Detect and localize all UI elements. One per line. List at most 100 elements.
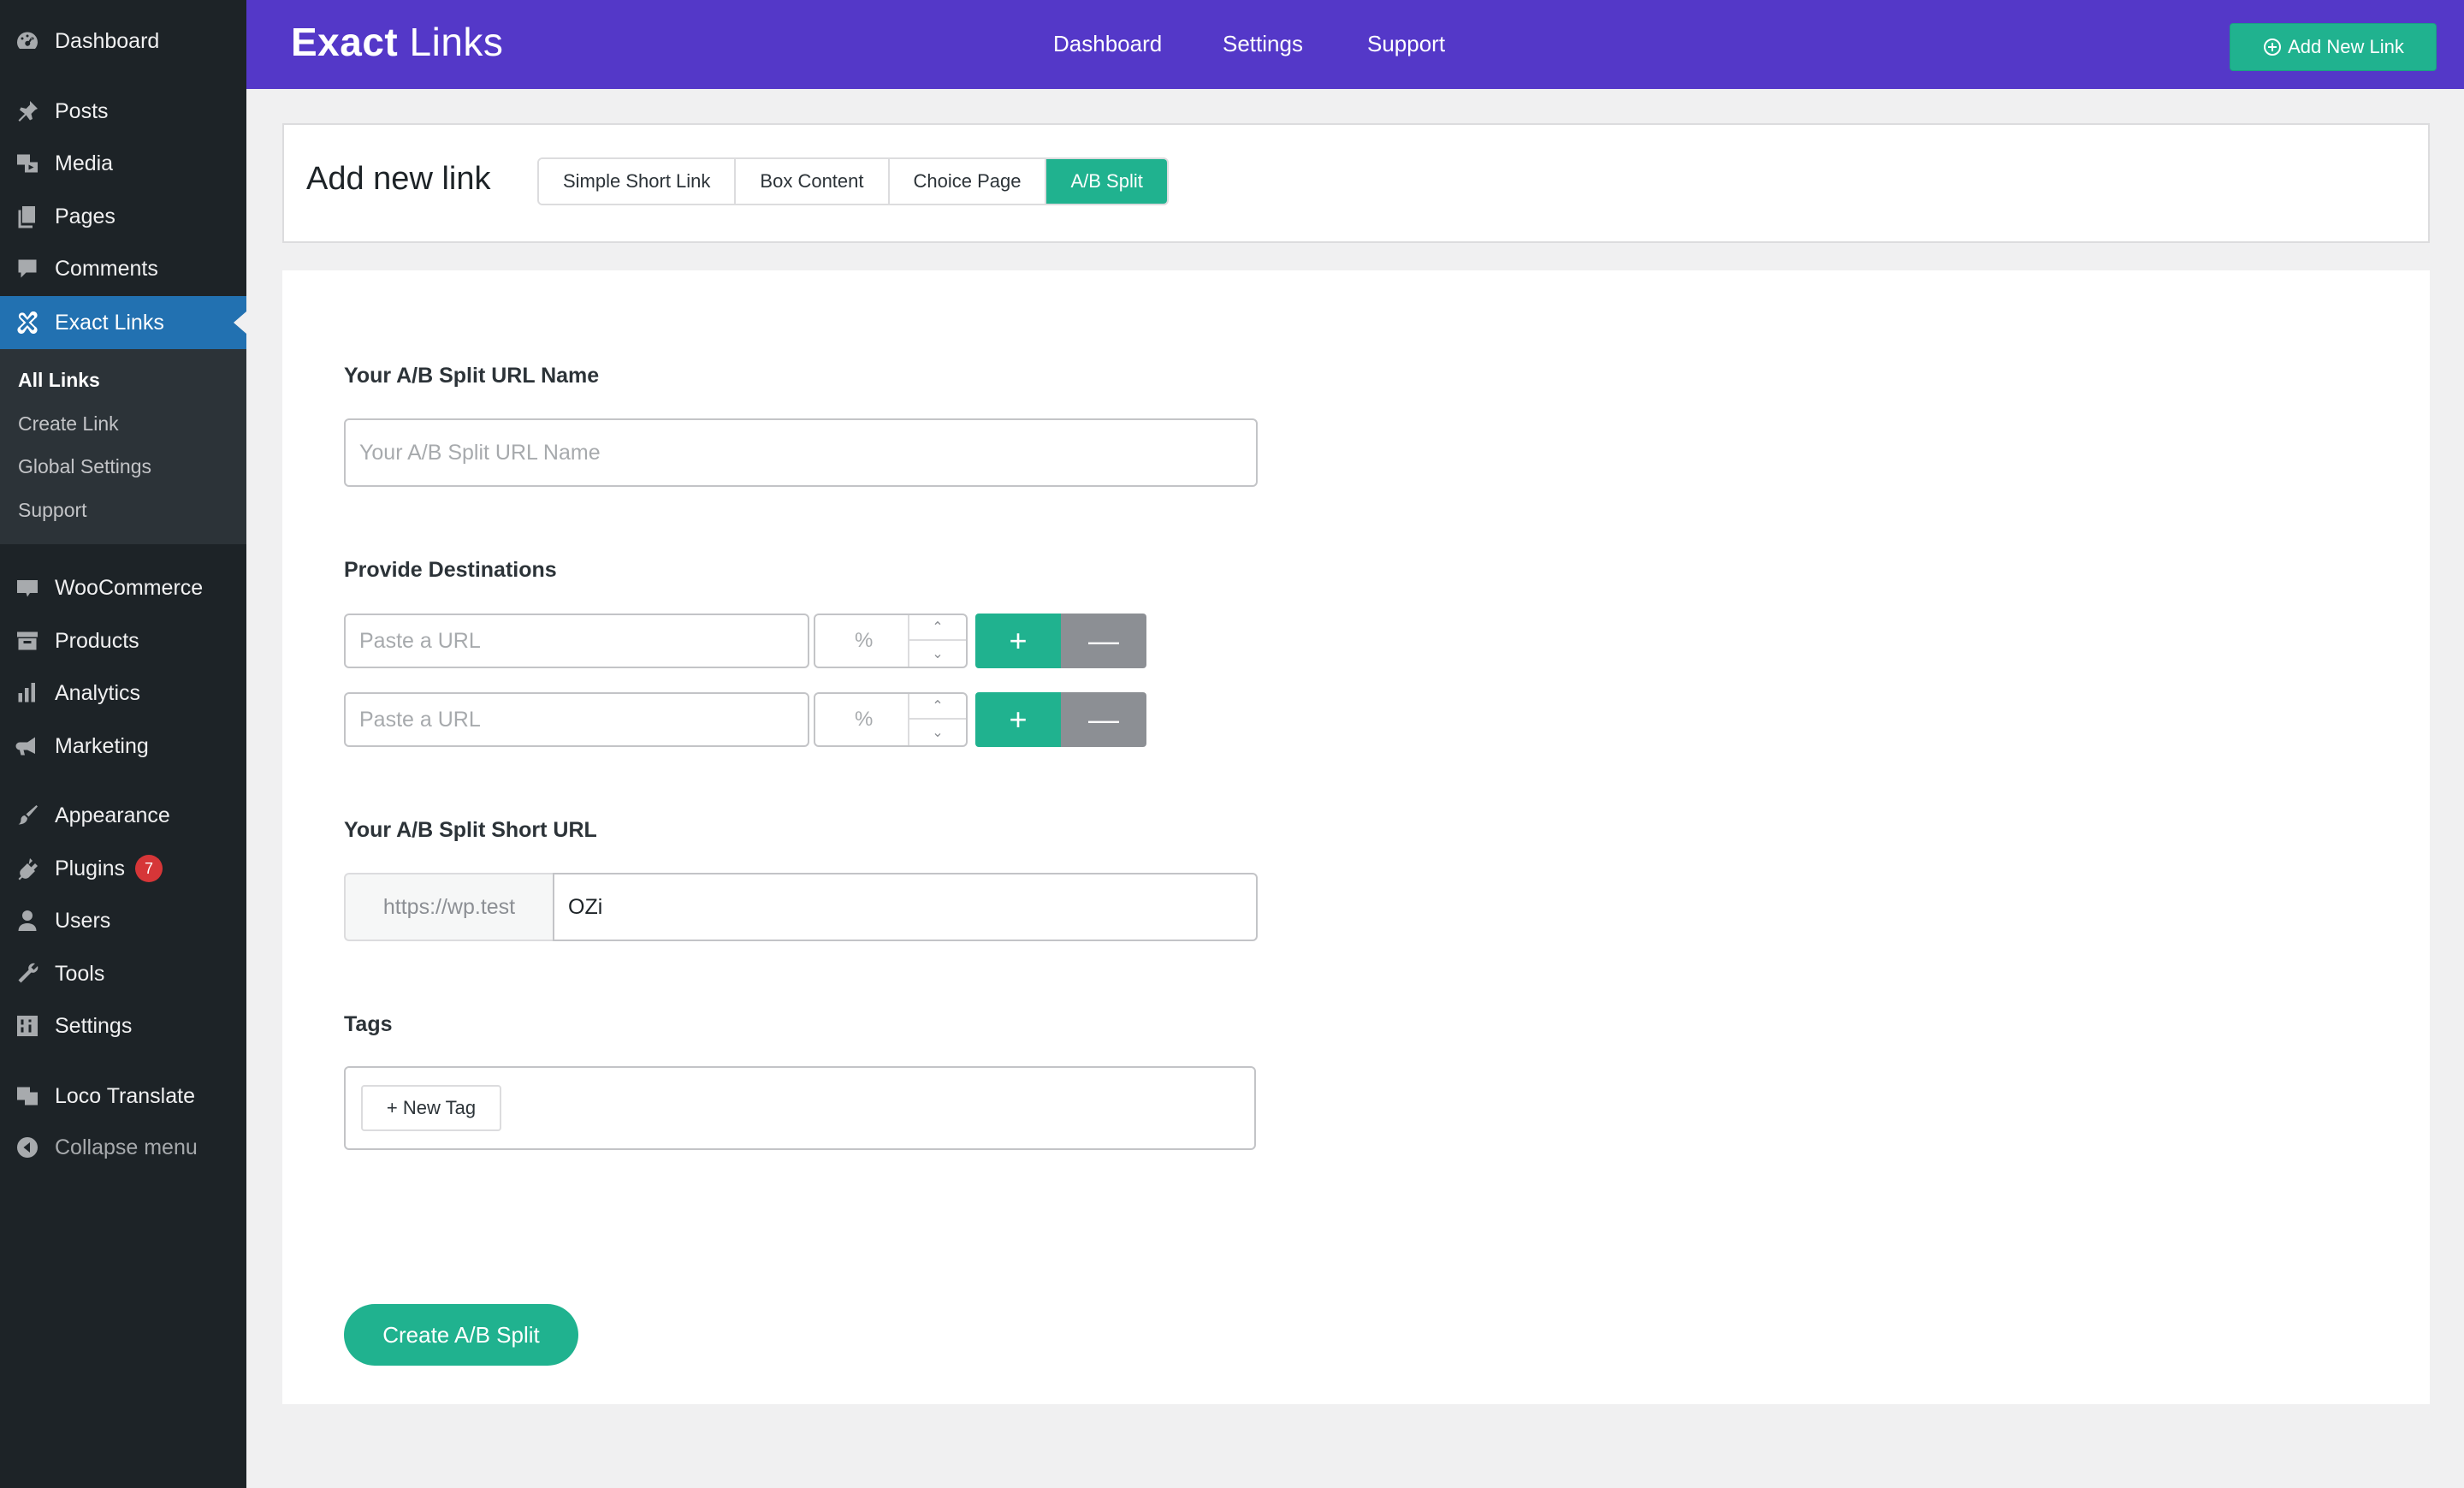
menu-item-woocommerce[interactable]: WooCommerce bbox=[0, 561, 246, 614]
user-icon bbox=[0, 908, 55, 934]
short-url-label: Your A/B Split Short URL bbox=[344, 818, 597, 842]
collapse-icon bbox=[0, 1135, 55, 1160]
menu-item-marketing[interactable]: Marketing bbox=[0, 720, 246, 773]
menu-item-posts[interactable]: Posts bbox=[0, 85, 246, 138]
destination-url-placeholder: Paste a URL bbox=[359, 707, 481, 732]
percent-placeholder: % bbox=[855, 629, 874, 652]
create-ab-split-button[interactable]: Create A/B Split bbox=[344, 1304, 578, 1366]
menu-item-appearance[interactable]: Appearance bbox=[0, 789, 246, 842]
tags-field[interactable]: + New Tag bbox=[344, 1066, 1256, 1150]
menu-label: Users bbox=[55, 908, 111, 933]
logo-bold-text: Exact bbox=[291, 20, 399, 64]
media-icon bbox=[0, 151, 55, 176]
topnav-dashboard[interactable]: Dashboard bbox=[1053, 31, 1162, 57]
plugin-icon bbox=[0, 856, 55, 881]
pin-icon bbox=[0, 98, 55, 124]
plugin-topbar: Exact Links Dashboard Settings Support A… bbox=[246, 0, 2464, 89]
tab-simple-short-link[interactable]: Simple Short Link bbox=[539, 159, 737, 204]
admin-sidebar: Dashboard Posts Media Pages Comments Exa… bbox=[0, 0, 246, 1488]
pages-icon bbox=[0, 204, 55, 229]
split-name-placeholder: Your A/B Split URL Name bbox=[359, 440, 601, 465]
wrench-icon bbox=[0, 961, 55, 987]
tab-box-content[interactable]: Box Content bbox=[736, 159, 890, 204]
menu-label: Posts bbox=[55, 98, 109, 123]
new-tag-button[interactable]: + New Tag bbox=[361, 1085, 501, 1131]
remove-destination-button[interactable]: — bbox=[1061, 692, 1146, 747]
menu-label: Marketing bbox=[55, 733, 149, 758]
tab-ab-split[interactable]: A/B Split bbox=[1046, 159, 1167, 204]
menu-item-exact-links[interactable]: Exact Links bbox=[0, 296, 246, 349]
tab-choice-page[interactable]: Choice Page bbox=[889, 159, 1047, 204]
destination-url-input[interactable]: Paste a URL bbox=[344, 614, 809, 668]
update-count-badge: 7 bbox=[135, 855, 163, 882]
name-label: Your A/B Split URL Name bbox=[344, 364, 600, 388]
remove-destination-button[interactable]: — bbox=[1061, 614, 1146, 668]
page-title: Add new link bbox=[306, 161, 491, 197]
menu-item-settings[interactable]: Settings bbox=[0, 999, 246, 1052]
short-url-prefix: https://wp.test bbox=[344, 873, 553, 941]
menu-item-loco-translate[interactable]: Loco Translate bbox=[0, 1070, 246, 1123]
destination-url-placeholder: Paste a URL bbox=[359, 628, 481, 653]
tags-label: Tags bbox=[344, 1012, 393, 1036]
destination-percent-input[interactable]: % ⌃ ⌄ bbox=[814, 692, 968, 747]
menu-label: Collapse menu bbox=[55, 1135, 198, 1159]
active-indicator bbox=[234, 311, 246, 334]
menu-item-media[interactable]: Media bbox=[0, 137, 246, 190]
add-new-link-label: Add New Link bbox=[2288, 36, 2404, 57]
add-destination-button[interactable]: + bbox=[975, 614, 1061, 668]
add-new-link-button[interactable]: Add New Link bbox=[2230, 23, 2437, 71]
menu-item-dashboard[interactable]: Dashboard bbox=[0, 15, 246, 68]
percent-placeholder: % bbox=[855, 708, 874, 731]
settings-icon bbox=[0, 1013, 55, 1039]
spin-down-icon[interactable]: ⌄ bbox=[909, 720, 966, 745]
menu-label: Tools bbox=[55, 961, 105, 986]
menu-label: Plugins bbox=[55, 856, 125, 880]
menu-label: Appearance bbox=[55, 803, 170, 827]
menu-label: Products bbox=[55, 628, 139, 653]
menu-label: Media bbox=[55, 151, 114, 175]
megaphone-icon bbox=[0, 733, 55, 759]
short-url-slug-input[interactable]: OZi bbox=[553, 873, 1258, 941]
destinations-label: Provide Destinations bbox=[344, 558, 557, 582]
menu-label: Settings bbox=[55, 1013, 133, 1038]
menu-item-analytics[interactable]: Analytics bbox=[0, 667, 246, 720]
submenu-support[interactable]: Support bbox=[18, 499, 87, 522]
menu-label: Exact Links bbox=[55, 310, 164, 335]
destination-url-input[interactable]: Paste a URL bbox=[344, 692, 809, 747]
menu-label: Pages bbox=[55, 204, 116, 228]
archive-icon bbox=[0, 628, 55, 654]
submenu-global-settings[interactable]: Global Settings bbox=[18, 455, 151, 478]
submenu-all-links[interactable]: All Links bbox=[18, 369, 100, 392]
split-name-input[interactable]: Your A/B Split URL Name bbox=[344, 418, 1258, 487]
percent-spinner[interactable]: ⌃ ⌄ bbox=[908, 694, 966, 745]
page-header-card: Add new link Simple Short Link Box Conte… bbox=[282, 123, 2430, 243]
spin-up-icon[interactable]: ⌃ bbox=[909, 615, 966, 641]
menu-label: WooCommerce bbox=[55, 575, 204, 600]
collapse-menu-button[interactable]: Collapse menu bbox=[0, 1121, 246, 1174]
menu-item-plugins[interactable]: Plugins 7 bbox=[0, 842, 246, 895]
menu-item-pages[interactable]: Pages bbox=[0, 190, 246, 243]
menu-item-users[interactable]: Users bbox=[0, 894, 246, 947]
plus-circle-icon bbox=[2264, 39, 2282, 56]
exact-links-icon bbox=[0, 310, 55, 335]
spin-up-icon[interactable]: ⌃ bbox=[909, 694, 966, 720]
paintbrush-icon bbox=[0, 803, 55, 828]
chart-bar-icon bbox=[0, 680, 55, 706]
logo-light-text: Links bbox=[409, 20, 504, 64]
menu-label: Comments bbox=[55, 256, 158, 281]
percent-spinner[interactable]: ⌃ ⌄ bbox=[908, 615, 966, 667]
exact-links-submenu: All Links Create Link Global Settings Su… bbox=[0, 349, 246, 544]
add-destination-button[interactable]: + bbox=[975, 692, 1061, 747]
spin-down-icon[interactable]: ⌄ bbox=[909, 641, 966, 667]
menu-item-comments[interactable]: Comments bbox=[0, 242, 246, 295]
translate-icon bbox=[0, 1083, 55, 1109]
woo-icon bbox=[0, 575, 55, 601]
destination-percent-input[interactable]: % ⌃ ⌄ bbox=[814, 614, 968, 668]
topnav-settings[interactable]: Settings bbox=[1223, 31, 1303, 57]
menu-item-products[interactable]: Products bbox=[0, 614, 246, 667]
exact-links-logo[interactable]: Exact Links bbox=[291, 19, 503, 65]
topnav-support[interactable]: Support bbox=[1367, 31, 1445, 57]
menu-item-tools[interactable]: Tools bbox=[0, 947, 246, 1000]
submenu-create-link[interactable]: Create Link bbox=[18, 412, 119, 436]
dashboard-icon bbox=[0, 28, 55, 54]
